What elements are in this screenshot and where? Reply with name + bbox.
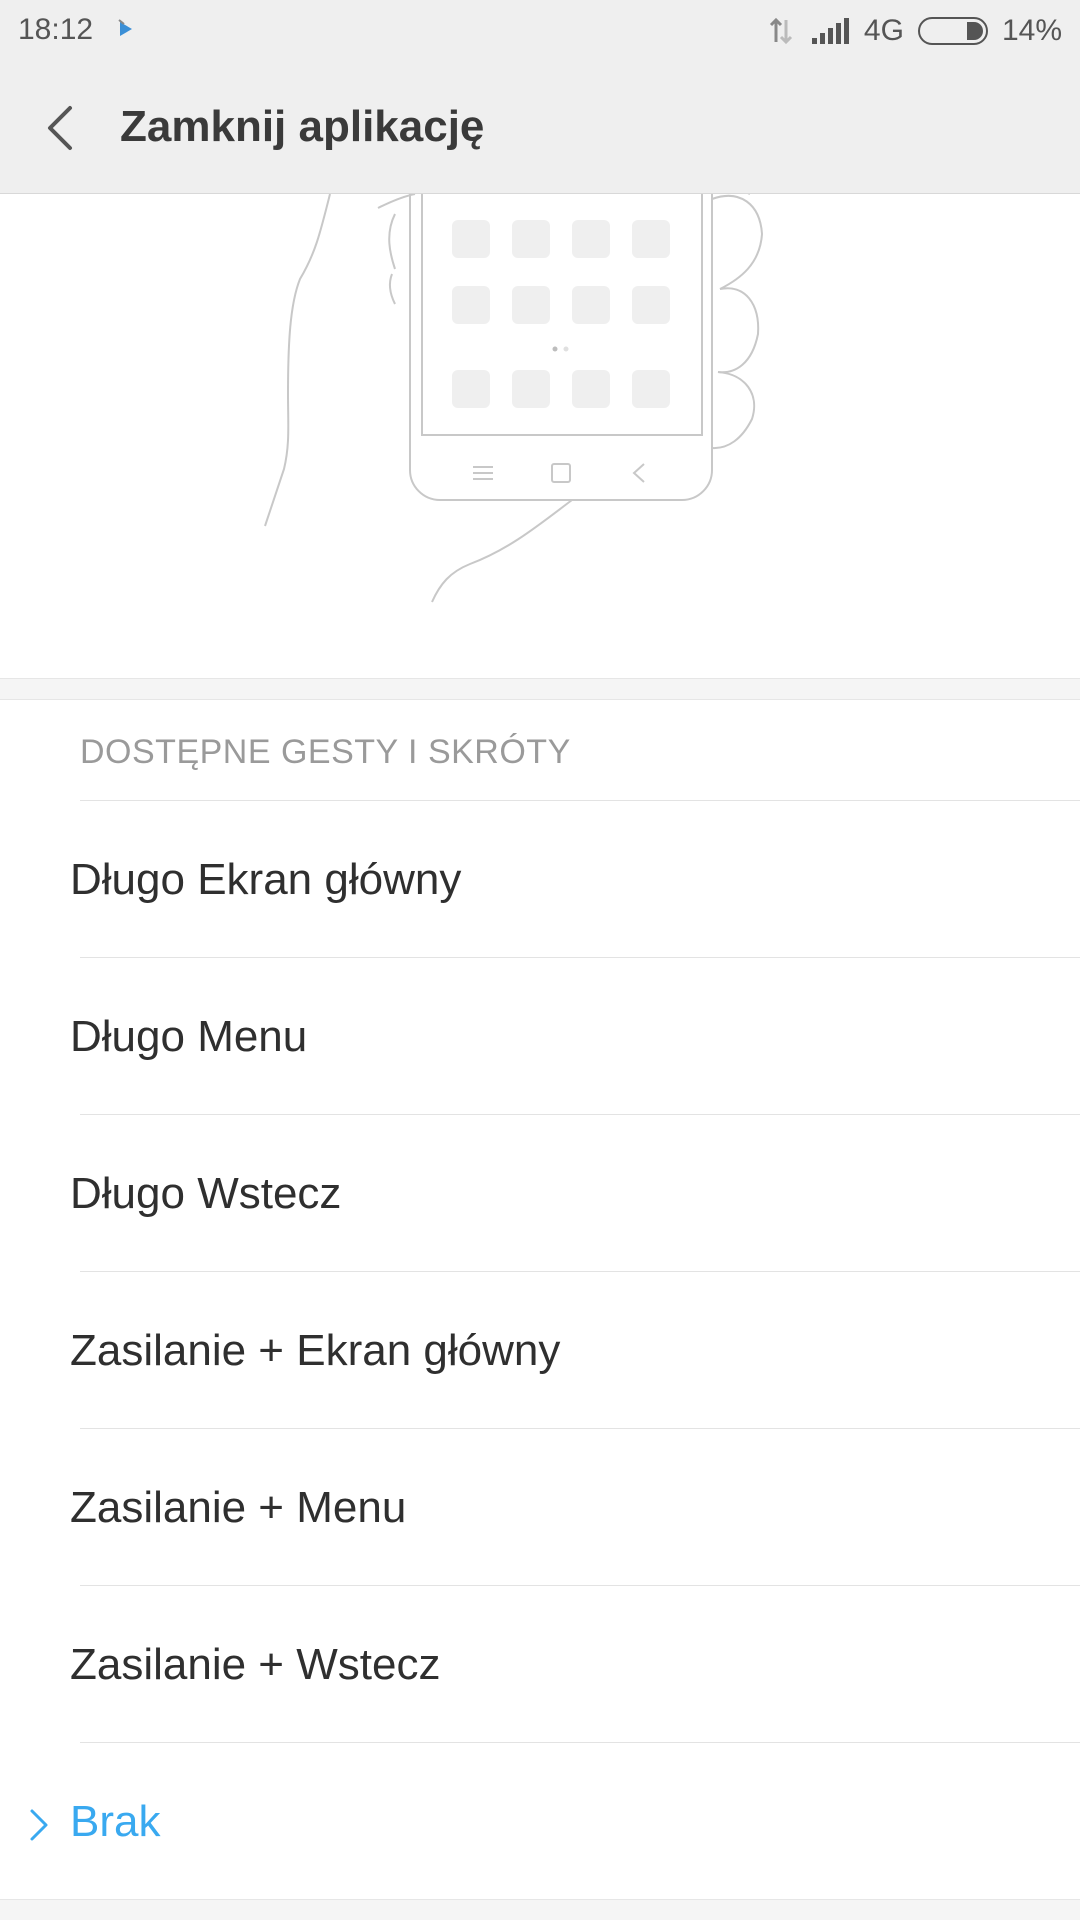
app-bar: Zamknij aplikację	[0, 62, 1080, 194]
section-gap	[0, 678, 1080, 700]
status-time: 18:12	[18, 13, 94, 46]
option-label: Zasilanie + Wstecz	[70, 1640, 441, 1689]
option-long-home[interactable]: Długo Ekran główny	[0, 801, 1080, 958]
network-type: 4G	[863, 14, 904, 47]
option-label: Długo Wstecz	[70, 1169, 342, 1218]
option-long-menu[interactable]: Długo Menu	[0, 958, 1080, 1115]
battery-percent: 14%	[1001, 14, 1062, 47]
section-header: DOSTĘPNE GESTY I SKRÓTY	[80, 733, 571, 771]
hand-phone-illustration	[264, 153, 764, 603]
data-arrows-icon	[769, 17, 792, 45]
status-bar: 18:12 4G 14%	[0, 0, 1080, 62]
option-power-menu[interactable]: Zasilanie + Menu	[0, 1429, 1080, 1586]
bottom-edge	[0, 1899, 1080, 1920]
option-label: Zasilanie + Ekran główny	[70, 1326, 561, 1375]
option-label: Długo Ekran główny	[70, 855, 462, 904]
status-icons: 4G 14%	[752, 13, 1062, 49]
option-long-back[interactable]: Długo Wstecz	[0, 1115, 1080, 1272]
option-none[interactable]: Brak	[0, 1743, 1080, 1900]
notification-play-icon	[118, 19, 132, 36]
option-label: Brak	[70, 1797, 161, 1846]
options-list: Długo Ekran główny Długo Menu Długo Wste…	[0, 801, 1080, 1900]
option-label: Długo Menu	[70, 1012, 308, 1061]
option-label: Zasilanie + Menu	[70, 1483, 407, 1532]
gesture-illustration	[0, 153, 1080, 678]
chevron-right-icon	[30, 1809, 48, 1841]
chevron-left-icon[interactable]	[40, 102, 80, 154]
battery-icon	[917, 17, 988, 45]
battery-level	[966, 22, 983, 40]
option-power-home[interactable]: Zasilanie + Ekran główny	[0, 1272, 1080, 1429]
signal-bars-icon	[811, 18, 849, 44]
page-title: Zamknij aplikację	[120, 102, 485, 151]
option-power-back[interactable]: Zasilanie + Wstecz	[0, 1586, 1080, 1743]
